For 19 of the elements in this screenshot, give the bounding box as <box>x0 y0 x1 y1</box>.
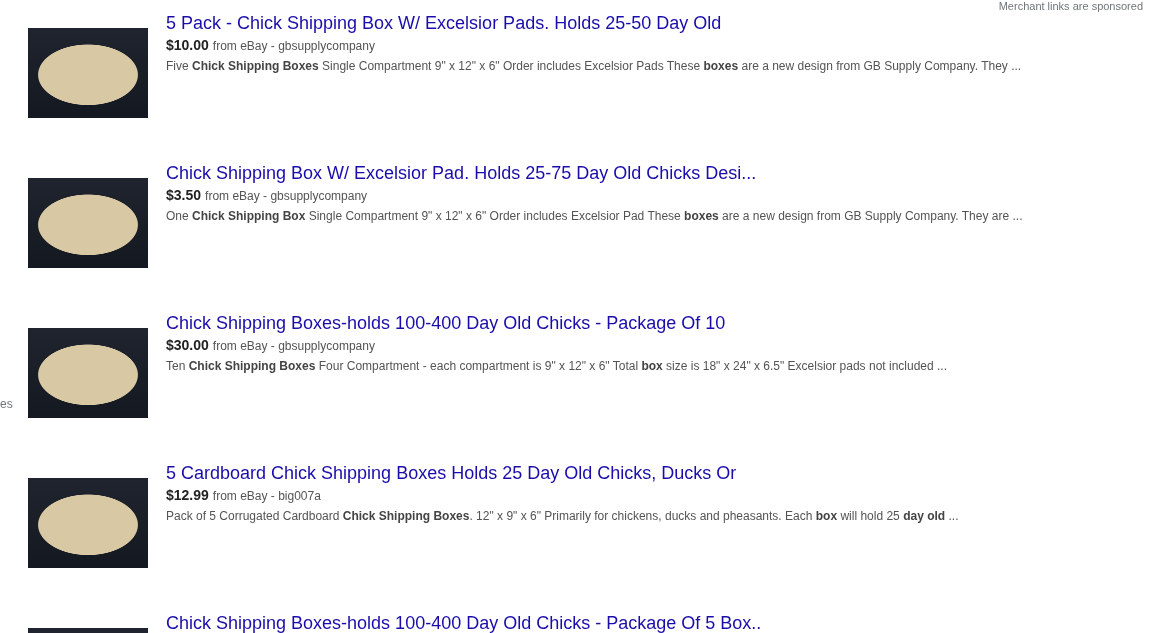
result-title-link[interactable]: Chick Shipping Boxes-holds 100-400 Day Old Chicks - Package Of 5 Box.. <box>166 612 762 633</box>
result-description: One Chick Shipping Box Single Compartment 9" x 12" x 6" Order includes Excelsior Pad These boxes are a new design from GB Supply Company. They are ... <box>166 209 1023 223</box>
merchant-source: from eBay - gbsupplycompany <box>205 189 368 203</box>
result-title-link[interactable]: 5 Cardboard Chick Shipping Boxes Holds 25 Day Old Chicks, Ducks Or <box>166 462 737 484</box>
cut-off-text: es <box>0 397 13 411</box>
price: $12.99 <box>166 487 209 503</box>
price: $3.50 <box>166 187 202 203</box>
merchant-source: from eBay - big007a <box>212 489 321 503</box>
sponsored-note: Merchant links are sponsored <box>998 0 1143 13</box>
result-title-link[interactable]: 5 Pack - Chick Shipping Box W/ Excelsior Pads. Holds 25-50 Day Old <box>166 12 722 34</box>
result-description: Five Chick Shipping Boxes Single Compartment 9" x 12" x 6" Order includes Excelsior Pads These boxes are a new design from GB Supply Company. They ... <box>166 59 1022 73</box>
merchant-source: from eBay - gbsupplycompany <box>212 339 375 353</box>
price: $10.00 <box>166 37 209 53</box>
merchant-source: from eBay - gbsupplycompany <box>212 39 375 53</box>
result-title-link[interactable]: Chick Shipping Boxes-holds 100-400 Day Old Chicks - Package Of 10 <box>166 312 726 334</box>
result-description: Ten Chick Shipping Boxes Four Compartment - each compartment is 9" x 12" x 6" Total box size is 18" x 24" x 6.5" Excelsior pads not included ... <box>166 359 947 373</box>
result-title-link[interactable]: Chick Shipping Box W/ Excelsior Pad. Holds 25-75 Day Old Chicks Desi... <box>166 162 757 184</box>
result-description: Pack of 5 Corrugated Cardboard Chick Shipping Boxes. 12" x 9" x 6" Primarily for chickens, ducks and pheasants. Each box will hold 25 day old ... <box>166 509 959 523</box>
price: $30.00 <box>166 337 209 353</box>
